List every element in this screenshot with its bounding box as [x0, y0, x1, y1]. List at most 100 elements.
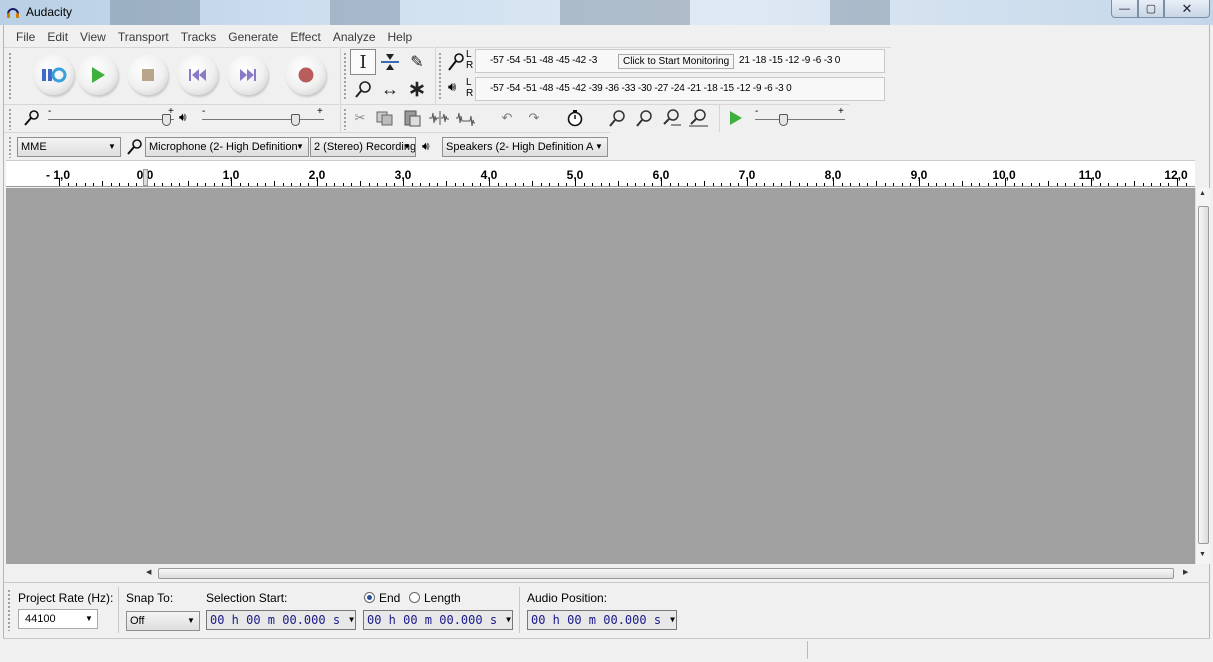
toolbar-grip[interactable] [343, 108, 347, 130]
envelope-tool-button[interactable] [377, 49, 403, 75]
zoom-in-button[interactable] [605, 107, 629, 129]
toolbar-grip[interactable] [343, 52, 347, 100]
ruler-tick [575, 178, 576, 186]
trim-audio-icon [429, 111, 449, 125]
playhead-marker[interactable] [143, 169, 148, 186]
ruler-tick [282, 183, 284, 186]
speed-min-label: - [755, 106, 759, 117]
redo-button[interactable]: ↷ [522, 107, 546, 129]
scroll-up-icon[interactable]: ▲ [1199, 190, 1206, 197]
menu-edit[interactable]: Edit [41, 30, 74, 44]
play-icon [730, 111, 742, 125]
copy-button[interactable] [373, 107, 397, 129]
track-area[interactable] [6, 188, 1195, 564]
recording-channels-select[interactable]: 2 (Stereo) Recording ▼ [310, 137, 416, 157]
selection-end-time[interactable]: 00 h 00 m 00.000 s ▼ [363, 610, 513, 630]
ruler-tick [385, 183, 387, 186]
paste-button[interactable] [400, 107, 424, 129]
ruler-tick [772, 183, 774, 186]
ruler-tick [1185, 183, 1187, 186]
playback-speed-slider[interactable] [755, 119, 845, 120]
zoom-tool-button[interactable] [350, 76, 376, 102]
minimize-button[interactable]: — [1111, 0, 1138, 18]
menu-view[interactable]: View [74, 30, 112, 44]
toolbar-grip[interactable] [8, 136, 12, 158]
toolbar-grip[interactable] [7, 589, 11, 631]
scroll-right-icon[interactable]: ▶ [1183, 568, 1188, 576]
ruler-tick [119, 183, 121, 186]
play-at-speed-button[interactable] [723, 107, 747, 129]
recording-volume-thumb[interactable] [162, 114, 171, 126]
draw-tool-button[interactable]: ✎ [404, 49, 430, 75]
project-rate-select[interactable]: 44100 ▼ [18, 609, 98, 629]
menu-tracks[interactable]: Tracks [175, 30, 223, 44]
toolbar-grip[interactable] [8, 52, 12, 100]
record-meter[interactable]: -57 -54 -51 -48 -45 -42 -3 21 -18 -15 -1… [475, 49, 885, 73]
undo-button[interactable]: ↶ [495, 107, 519, 129]
scroll-left-icon[interactable]: ◀ [146, 568, 151, 576]
microphone-meter-icon[interactable] [446, 52, 466, 75]
selection-tool-button[interactable]: I [350, 49, 376, 75]
recording-device-select[interactable]: Microphone (2- High Definition ▼ [145, 137, 309, 157]
playback-meter[interactable]: -57 -54 -51 -48 -45 -42 -39 -36 -33 -30 … [475, 77, 885, 101]
dropdown-arrow-icon: ▼ [670, 615, 675, 624]
recording-volume-slider[interactable] [48, 119, 174, 120]
playback-volume-thumb[interactable] [291, 114, 300, 126]
maximize-button[interactable]: ▢ [1138, 0, 1164, 18]
ruler-tick [669, 183, 671, 186]
playback-speed-thumb[interactable] [779, 114, 788, 126]
selection-start-value: 00 h 00 m 00.000 s [210, 613, 341, 627]
playback-volume-slider[interactable] [202, 119, 324, 120]
silence-button[interactable] [454, 107, 478, 129]
speaker-icon: 🔊︎ [422, 139, 430, 153]
trim-button[interactable] [427, 107, 451, 129]
skip-to-end-button[interactable] [228, 55, 268, 95]
menu-effect[interactable]: Effect [284, 30, 326, 44]
play-button[interactable] [78, 55, 118, 95]
fit-project-button[interactable] [686, 107, 710, 129]
toolbar-grip[interactable] [8, 108, 12, 130]
toolbar-grip[interactable] [438, 52, 442, 100]
undo-icon: ↶ [501, 110, 513, 125]
menu-analyze[interactable]: Analyze [327, 30, 382, 44]
snap-to-select[interactable]: Off ▼ [126, 611, 200, 631]
ruler-tick [299, 183, 301, 186]
menu-help[interactable]: Help [382, 30, 419, 44]
ruler-tick [833, 178, 834, 186]
horizontal-scroll-thumb[interactable] [158, 568, 1174, 579]
speaker-meter-icon[interactable]: 🔊︎ [448, 79, 456, 95]
menu-transport[interactable]: Transport [112, 30, 175, 44]
ruler-tick [489, 178, 490, 186]
time-shift-tool-button[interactable]: ↔ [377, 76, 403, 102]
audio-position-time[interactable]: 00 h 00 m 00.000 s ▼ [527, 610, 677, 630]
timeline-ruler[interactable]: - 1,0 0,0 1,0 2,0 3,0 4,0 5,0 6,0 7,0 8,… [6, 160, 1195, 187]
fit-selection-icon [663, 109, 681, 126]
skip-to-start-button[interactable] [178, 55, 218, 95]
sync-lock-button[interactable] [563, 107, 587, 129]
selection-start-time[interactable]: 00 h 00 m 00.000 s ▼ [206, 610, 356, 630]
ruler-tick [807, 183, 809, 186]
vertical-scroll-thumb[interactable] [1198, 206, 1209, 544]
length-radio[interactable] [409, 592, 420, 603]
close-button[interactable]: ✕ [1164, 0, 1210, 18]
vertical-scrollbar[interactable]: ▲ ▼ [1195, 188, 1210, 564]
stop-button[interactable] [128, 55, 168, 95]
record-button[interactable] [286, 55, 326, 95]
ruler-tick [411, 183, 413, 186]
zoom-out-button[interactable] [632, 107, 656, 129]
ruler-tick [919, 178, 920, 186]
cut-button[interactable]: ✂ [348, 107, 372, 129]
fit-selection-button[interactable] [659, 107, 683, 129]
ruler-tick [188, 181, 189, 186]
menu-file[interactable]: File [10, 30, 41, 44]
stop-icon [142, 69, 154, 81]
pause-button[interactable] [34, 55, 74, 95]
multi-tool-button[interactable]: ∗ [404, 76, 430, 102]
end-radio[interactable] [364, 592, 375, 603]
audio-host-select[interactable]: MME ▼ [17, 137, 121, 157]
menu-generate[interactable]: Generate [222, 30, 284, 44]
horizontal-scrollbar[interactable]: ◀ ▶ [143, 566, 1195, 581]
playback-device-select[interactable]: Speakers (2- High Definition A ▼ [442, 137, 608, 157]
ruler-tick [360, 181, 361, 186]
scroll-down-icon[interactable]: ▼ [1199, 551, 1206, 558]
